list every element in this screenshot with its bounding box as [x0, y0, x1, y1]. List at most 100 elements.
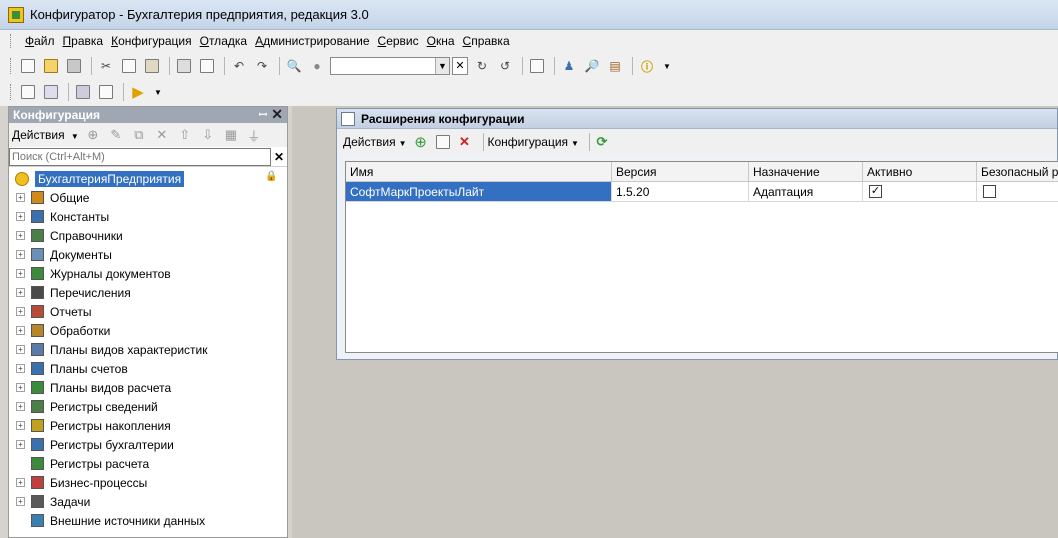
tree-item[interactable]: + Общие [9, 188, 89, 207]
tree-item[interactable]: + Планы видов характеристик [9, 340, 207, 359]
tree-root[interactable]: БухгалтерияПредприятия [9, 169, 185, 188]
expand-icon[interactable]: + [16, 478, 25, 487]
table-button[interactable] [96, 82, 116, 102]
edit-icon[interactable] [435, 134, 451, 150]
tree-item[interactable]: + Обработки [9, 321, 110, 340]
find-next-button[interactable]: ↻ [472, 56, 492, 76]
menu-debug[interactable]: Отладка [197, 34, 250, 48]
copy-icon[interactable]: ⧉ [131, 127, 147, 143]
expand-icon[interactable]: + [16, 250, 25, 259]
active-checkbox[interactable]: ✓ [869, 185, 882, 198]
table-row-version[interactable]: 1.5.20 [612, 182, 749, 202]
menu-help[interactable]: Справка [460, 34, 513, 48]
find-prev-button[interactable]: ↺ [495, 56, 515, 76]
delete-icon[interactable]: ✕ [457, 134, 473, 150]
clear-search-icon[interactable]: ✕ [271, 150, 287, 164]
expand-icon[interactable]: + [16, 307, 25, 316]
tree-item[interactable]: + Планы видов расчета [9, 378, 171, 397]
tree-item[interactable]: Внешние источники данных [9, 511, 205, 530]
expand-icon[interactable]: + [16, 288, 25, 297]
tree-item[interactable]: + Константы [9, 207, 109, 226]
expand-icon[interactable]: + [16, 402, 25, 411]
redo-button[interactable]: ↷ [252, 56, 272, 76]
column-header-name[interactable]: Имя [346, 162, 612, 182]
tree-item[interactable]: + Планы счетов [9, 359, 128, 378]
actions-menu-button[interactable]: Действия ▼ [12, 128, 79, 142]
move-down-icon[interactable]: ⇩ [200, 127, 216, 143]
menu-windows[interactable]: Окна [424, 34, 458, 48]
print-button[interactable] [174, 56, 194, 76]
expand-icon[interactable]: + [16, 440, 25, 449]
open-config-button[interactable] [18, 82, 38, 102]
column-header-active[interactable]: Активно [863, 162, 977, 182]
windows-button[interactable] [527, 56, 547, 76]
expand-icon[interactable]: + [16, 421, 25, 430]
expand-icon[interactable]: + [16, 193, 25, 202]
cut-button[interactable]: ✂ [96, 56, 116, 76]
move-up-icon[interactable]: ⇧ [177, 127, 193, 143]
clear-search-button[interactable]: ✕ [452, 57, 468, 75]
edit-icon[interactable]: ✎ [108, 127, 124, 143]
table-row-safe-mode[interactable] [977, 182, 1058, 202]
menu-configuration[interactable]: Конфигурация [108, 34, 195, 48]
expand-icon[interactable]: + [16, 497, 25, 506]
expand-icon[interactable]: + [16, 212, 25, 221]
chevron-down-icon[interactable]: ▼ [435, 58, 449, 74]
syntax-helper-button[interactable]: 🔎 [582, 56, 602, 76]
toolbar-more-icon[interactable]: ▼ [663, 62, 671, 71]
expand-icon[interactable]: + [16, 269, 25, 278]
column-header-purpose[interactable]: Назначение [749, 162, 863, 182]
start-debug-button[interactable]: ▶ [128, 82, 148, 102]
tree-item[interactable]: + Журналы документов [9, 264, 171, 283]
sort-icon[interactable]: ▦ [223, 127, 239, 143]
column-header-safe-mode[interactable]: Безопасный ре [977, 162, 1058, 182]
column-header-version[interactable]: Версия [612, 162, 749, 182]
search-input[interactable] [9, 147, 271, 166]
tree-item[interactable]: + Регистры бухгалтерии [9, 435, 174, 454]
table-row-name[interactable]: СофтМаркПроектыЛайт [346, 182, 612, 202]
search-button[interactable]: ● [307, 56, 327, 76]
expand-icon[interactable]: + [16, 231, 25, 240]
database-button[interactable] [73, 82, 93, 102]
configuration-menu-button[interactable]: Конфигурация ▼ [488, 135, 579, 149]
tree-item[interactable]: + Регистры накопления [9, 416, 171, 435]
add-icon[interactable]: ⊕ [413, 134, 429, 151]
filter-icon[interactable]: ⏚ [246, 127, 262, 144]
expand-icon[interactable]: + [16, 383, 25, 392]
menu-administration[interactable]: Администрирование [252, 34, 372, 48]
safe-mode-checkbox[interactable] [983, 185, 996, 198]
tree-item[interactable]: Регистры расчета [9, 454, 149, 473]
refresh-icon[interactable]: ⟳ [594, 134, 610, 150]
add-icon[interactable]: ⊕ [85, 127, 101, 143]
chevron-down-icon[interactable]: ▼ [154, 88, 162, 97]
tree-item[interactable]: + Отчеты [9, 302, 91, 321]
tree-item[interactable]: + Бизнес-процессы [9, 473, 147, 492]
paste-button[interactable] [142, 56, 162, 76]
expand-icon[interactable]: + [16, 326, 25, 335]
info-button[interactable]: ⓘ [637, 56, 657, 76]
help-book-button[interactable]: ▤ [605, 56, 625, 76]
expand-icon[interactable]: + [16, 364, 25, 373]
preview-button[interactable] [197, 56, 217, 76]
table-row-active[interactable]: ✓ [863, 182, 977, 202]
new-document-button[interactable] [18, 56, 38, 76]
expand-icon[interactable]: + [16, 345, 25, 354]
compare-button[interactable] [41, 82, 61, 102]
undo-button[interactable]: ↶ [229, 56, 249, 76]
save-button[interactable] [64, 56, 84, 76]
tree-item[interactable]: + Документы [9, 245, 112, 264]
copy-button[interactable] [119, 56, 139, 76]
open-button[interactable] [41, 56, 61, 76]
close-icon[interactable]: ✕ [271, 106, 283, 123]
menu-file[interactable]: Файл [22, 34, 58, 48]
search-combobox[interactable]: ▼ [330, 57, 450, 75]
pin-icon[interactable]: ꟷ [259, 107, 267, 121]
menu-service[interactable]: Сервис [375, 34, 422, 48]
tree-item[interactable]: + Справочники [9, 226, 123, 245]
wizard-button[interactable]: ♟ [559, 56, 579, 76]
delete-icon[interactable]: ✕ [154, 127, 170, 143]
find-button[interactable]: 🔍 [284, 56, 304, 76]
menu-edit[interactable]: Правка [60, 34, 107, 48]
tree-item[interactable]: + Задачи [9, 492, 90, 511]
table-row-purpose[interactable]: Адаптация [749, 182, 863, 202]
